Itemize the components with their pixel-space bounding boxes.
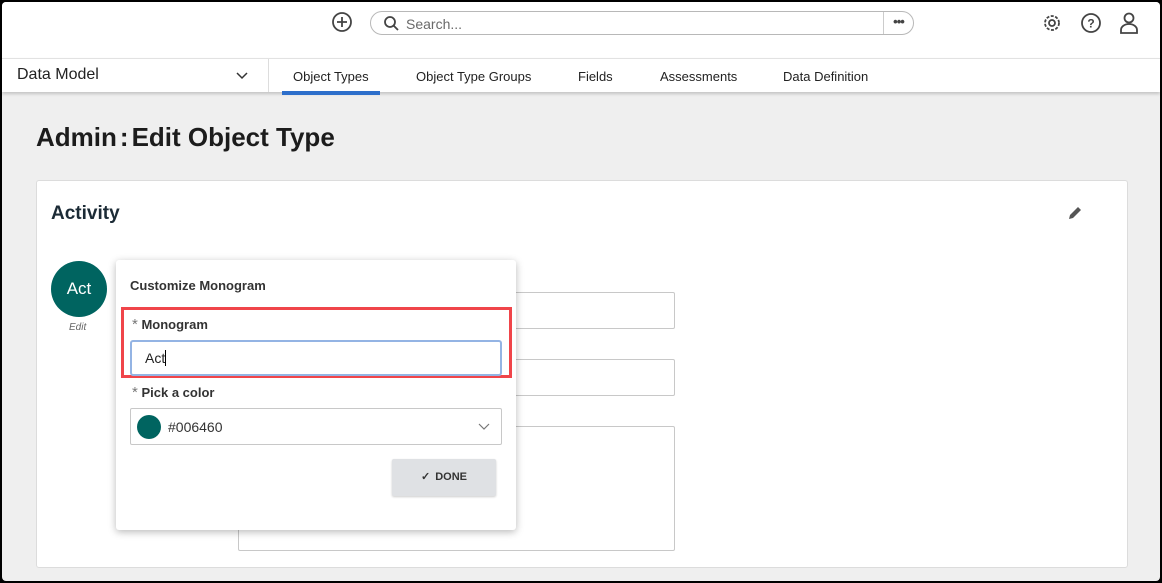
add-icon[interactable]: [331, 11, 353, 33]
search-icon: [384, 16, 399, 31]
pencil-icon[interactable]: [1067, 205, 1083, 221]
color-label: * Pick a color: [132, 384, 214, 401]
divider: [268, 59, 269, 92]
required-mark: *: [132, 384, 138, 401]
color-select[interactable]: #006460: [130, 408, 502, 445]
monogram-input[interactable]: Act: [130, 340, 502, 376]
tab-data-definition[interactable]: Data Definition: [783, 69, 868, 84]
title-text: Edit Object Type: [131, 122, 335, 152]
check-icon: ✓: [421, 471, 431, 483]
help-icon[interactable]: ?: [1080, 12, 1102, 34]
search-input[interactable]: Search... •••: [370, 11, 914, 35]
required-mark: *: [132, 316, 138, 333]
monogram-label-text: Monogram: [141, 317, 208, 332]
popover-title: Customize Monogram: [130, 278, 266, 293]
done-label: DONE: [435, 471, 467, 483]
search-options-button[interactable]: •••: [883, 12, 913, 34]
done-button[interactable]: ✓ DONE: [392, 459, 496, 496]
monogram-input-value: Act: [145, 350, 166, 366]
nav-bar: Data Model Object Types Object Type Grou…: [2, 58, 1160, 95]
page-title: Admin: Edit Object Type: [36, 122, 335, 153]
section-selector[interactable]: Data Model: [17, 66, 99, 84]
tab-object-types[interactable]: Object Types: [282, 69, 380, 95]
edit-monogram-link[interactable]: Edit: [69, 322, 86, 333]
color-swatch: [137, 415, 161, 439]
title-prefix: Admin: [36, 122, 117, 152]
title-separator: :: [119, 122, 129, 152]
monogram-avatar[interactable]: Act: [51, 261, 107, 317]
gear-icon[interactable]: [1041, 12, 1063, 34]
search-placeholder: Search...: [406, 16, 463, 32]
chevron-down-icon[interactable]: [235, 71, 249, 81]
customize-monogram-popover: Customize Monogram * Monogram Act * Pick…: [116, 260, 516, 530]
color-value: #006460: [168, 419, 223, 435]
svg-text:?: ?: [1087, 17, 1094, 31]
monogram-label: * Monogram: [132, 316, 208, 333]
card-title: Activity: [51, 203, 120, 224]
tab-assessments[interactable]: Assessments: [660, 69, 737, 84]
top-bar: Search... ••• ?: [2, 2, 1160, 58]
tab-fields[interactable]: Fields: [578, 69, 613, 84]
text-cursor: [165, 350, 167, 366]
chevron-down-icon: [478, 423, 490, 430]
color-label-text: Pick a color: [141, 385, 215, 400]
user-icon[interactable]: [1118, 11, 1140, 35]
tab-object-type-groups[interactable]: Object Type Groups: [416, 69, 531, 84]
